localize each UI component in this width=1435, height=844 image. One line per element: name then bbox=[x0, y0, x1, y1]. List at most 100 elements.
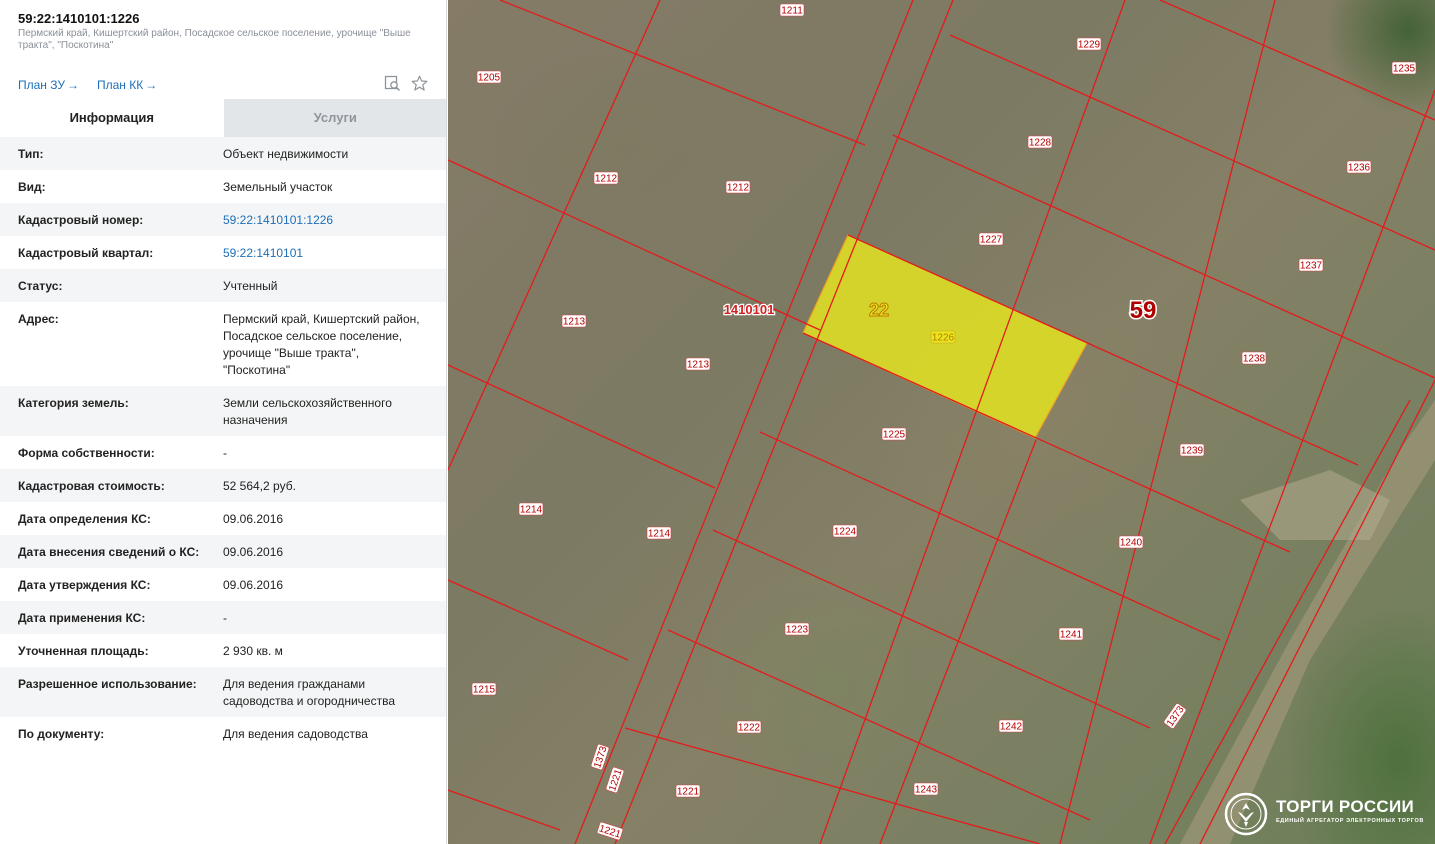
detail-label: Дата применения КС: bbox=[18, 611, 146, 625]
district-code-label: 22 bbox=[869, 300, 889, 320]
detail-label: Категория земель: bbox=[18, 396, 129, 410]
cadastral-map[interactable]: 1211 1205 1229 1235 1228 1236 1212 1212 … bbox=[448, 0, 1435, 844]
detail-label: По документу: bbox=[18, 727, 105, 741]
detail-row-entry-date: Дата внесения сведений о КС: 09.06.2016 bbox=[0, 535, 446, 568]
detail-row-by-document: По документу: Для ведения садоводства bbox=[0, 717, 446, 750]
svg-text:1373: 1373 bbox=[592, 745, 609, 770]
detail-label: Разрешенное использование: bbox=[18, 677, 197, 691]
svg-text:1221: 1221 bbox=[607, 768, 624, 793]
parcel-boundaries-layer: 1211 1205 1229 1235 1228 1236 1212 1212 … bbox=[448, 0, 1435, 844]
info-panel: 59:22:1410101:1226 Пермский край, Кишерт… bbox=[0, 0, 447, 844]
detail-row-application-date: Дата применения КС: - bbox=[0, 601, 446, 634]
detail-value: 09.06.2016 bbox=[223, 512, 284, 526]
svg-text:1228: 1228 bbox=[1029, 138, 1052, 149]
detail-label: Уточненная площадь: bbox=[18, 644, 149, 658]
svg-text:1238: 1238 bbox=[1243, 354, 1266, 365]
arrow-right-icon: → bbox=[67, 78, 79, 92]
detail-value: Пермский край, Кишертский район, Посадск… bbox=[223, 312, 420, 377]
svg-text:1211: 1211 bbox=[781, 6, 803, 17]
region-code-label: 59 bbox=[1130, 297, 1157, 324]
svg-text:1240: 1240 bbox=[1120, 538, 1143, 549]
svg-text:1242: 1242 bbox=[1000, 722, 1023, 733]
detail-row-permitted-use: Разрешенное использование: Для ведения гр… bbox=[0, 667, 446, 717]
svg-text:1237: 1237 bbox=[1300, 261, 1323, 272]
svg-text:1205: 1205 bbox=[478, 73, 501, 84]
plan-kk-label: План КК bbox=[97, 78, 144, 92]
zoom-to-object-icon[interactable] bbox=[384, 75, 401, 92]
detail-label: Кадастровый номер: bbox=[18, 213, 144, 227]
detail-value: Объект недвижимости bbox=[223, 147, 349, 161]
detail-label: Дата определения КС: bbox=[18, 512, 151, 526]
detail-row-address: Адрес: Пермский край, Кишертский район, П… bbox=[0, 302, 446, 386]
detail-value: Земельный участок bbox=[223, 180, 333, 194]
detail-label: Кадастровый квартал: bbox=[18, 246, 154, 260]
svg-text:1223: 1223 bbox=[786, 625, 809, 636]
detail-row-cadastral-quarter: Кадастровый квартал: 59:22:1410101 bbox=[0, 236, 446, 269]
svg-text:1227: 1227 bbox=[980, 235, 1003, 246]
road-area bbox=[1180, 400, 1435, 844]
favorite-star-icon[interactable] bbox=[411, 75, 428, 92]
logo-title: ТОРГИ РОССИИ bbox=[1276, 797, 1415, 816]
detail-row-valuation-date: Дата определения КС: 09.06.2016 bbox=[0, 502, 446, 535]
detail-label: Кадастровая стоимость: bbox=[18, 479, 165, 493]
panel-header: 59:22:1410101:1226 Пермский край, Кишерт… bbox=[0, 0, 446, 98]
detail-row-cadastral-number: Кадастровый номер: 59:22:1410101:1226 bbox=[0, 203, 446, 236]
detail-value: 09.06.2016 bbox=[223, 545, 284, 559]
detail-value: 2 930 кв. м bbox=[223, 644, 283, 658]
tab-info[interactable]: Информация bbox=[0, 99, 224, 137]
svg-text:1224: 1224 bbox=[834, 527, 857, 538]
svg-text:1212: 1212 bbox=[727, 183, 750, 194]
svg-text:1226: 1226 bbox=[932, 333, 955, 344]
detail-label: Адрес: bbox=[18, 312, 59, 326]
detail-row-approval-date: Дата утверждения КС: 09.06.2016 bbox=[0, 568, 446, 601]
svg-text:1236: 1236 bbox=[1348, 163, 1371, 174]
svg-text:1235: 1235 bbox=[1393, 64, 1416, 75]
detail-label: Дата утверждения КС: bbox=[18, 578, 151, 592]
detail-label: Вид: bbox=[18, 180, 46, 194]
cadastral-number-link[interactable]: 59:22:1410101:1226 bbox=[223, 212, 428, 229]
detail-value: Для ведения садоводства bbox=[223, 727, 368, 741]
detail-value: - bbox=[223, 611, 227, 625]
detail-value: Земли сельскохозяйственного назначения bbox=[223, 396, 392, 427]
svg-text:1222: 1222 bbox=[738, 723, 761, 734]
cadastral-quarter-link[interactable]: 59:22:1410101 bbox=[223, 245, 428, 262]
page-title: 59:22:1410101:1226 bbox=[18, 11, 140, 26]
detail-row-area: Уточненная площадь: 2 930 кв. м bbox=[0, 634, 446, 667]
logo-subtitle: ЕДИНЫЙ АГРЕГАТОР ЭЛЕКТРОННЫХ ТОРГОВ bbox=[1276, 818, 1424, 824]
svg-text:1213: 1213 bbox=[687, 360, 710, 371]
svg-text:1212: 1212 bbox=[595, 174, 618, 185]
plan-zu-link[interactable]: План ЗУ → bbox=[18, 78, 79, 92]
torgi-rossii-logo: ТОРГИ РОССИИ ЕДИНЫЙ АГРЕГАТОР ЭЛЕКТРОННЫ… bbox=[1224, 792, 1429, 836]
detail-value: 09.06.2016 bbox=[223, 578, 284, 592]
tab-services[interactable]: Услуги bbox=[223, 99, 446, 137]
svg-text:1225: 1225 bbox=[883, 430, 906, 441]
detail-value: Учтенный bbox=[223, 279, 278, 293]
detail-value: 52 564,2 руб. bbox=[223, 479, 296, 493]
detail-label: Тип: bbox=[18, 147, 44, 161]
svg-text:1214: 1214 bbox=[648, 529, 671, 540]
svg-text:1241: 1241 bbox=[1060, 630, 1083, 641]
detail-label: Дата внесения сведений о КС: bbox=[18, 545, 200, 559]
svg-text:1214: 1214 bbox=[520, 505, 543, 516]
tab-bar: Информация Услуги bbox=[0, 99, 446, 137]
detail-row-land-category: Категория земель: Земли сельскохозяйствен… bbox=[0, 386, 446, 436]
logo-emblem-icon bbox=[1224, 792, 1268, 836]
object-address-subtitle: Пермский край, Кишертский район, Посадск… bbox=[18, 28, 411, 51]
detail-label: Статус: bbox=[18, 279, 63, 293]
svg-text:1229: 1229 bbox=[1078, 40, 1101, 51]
arrow-right-icon: → bbox=[145, 78, 158, 92]
svg-text:1239: 1239 bbox=[1181, 446, 1204, 457]
svg-text:1221: 1221 bbox=[677, 787, 700, 798]
svg-text:1213: 1213 bbox=[563, 317, 586, 328]
detail-value: - bbox=[223, 446, 227, 460]
svg-text:1221: 1221 bbox=[597, 823, 622, 840]
detail-value: Для ведения гражданами садоводства и ого… bbox=[223, 677, 395, 708]
detail-row-type: Тип: Объект недвижимости bbox=[0, 137, 446, 170]
quarter-label: 1410101 bbox=[724, 302, 775, 317]
svg-text:1243: 1243 bbox=[915, 785, 938, 796]
plan-zu-label: План ЗУ bbox=[18, 78, 65, 92]
detail-label: Форма собственности: bbox=[18, 446, 155, 460]
detail-row-ownership: Форма собственности: - bbox=[0, 436, 446, 469]
svg-text:1215: 1215 bbox=[473, 685, 496, 696]
plan-kk-link[interactable]: План КК → bbox=[97, 78, 157, 92]
